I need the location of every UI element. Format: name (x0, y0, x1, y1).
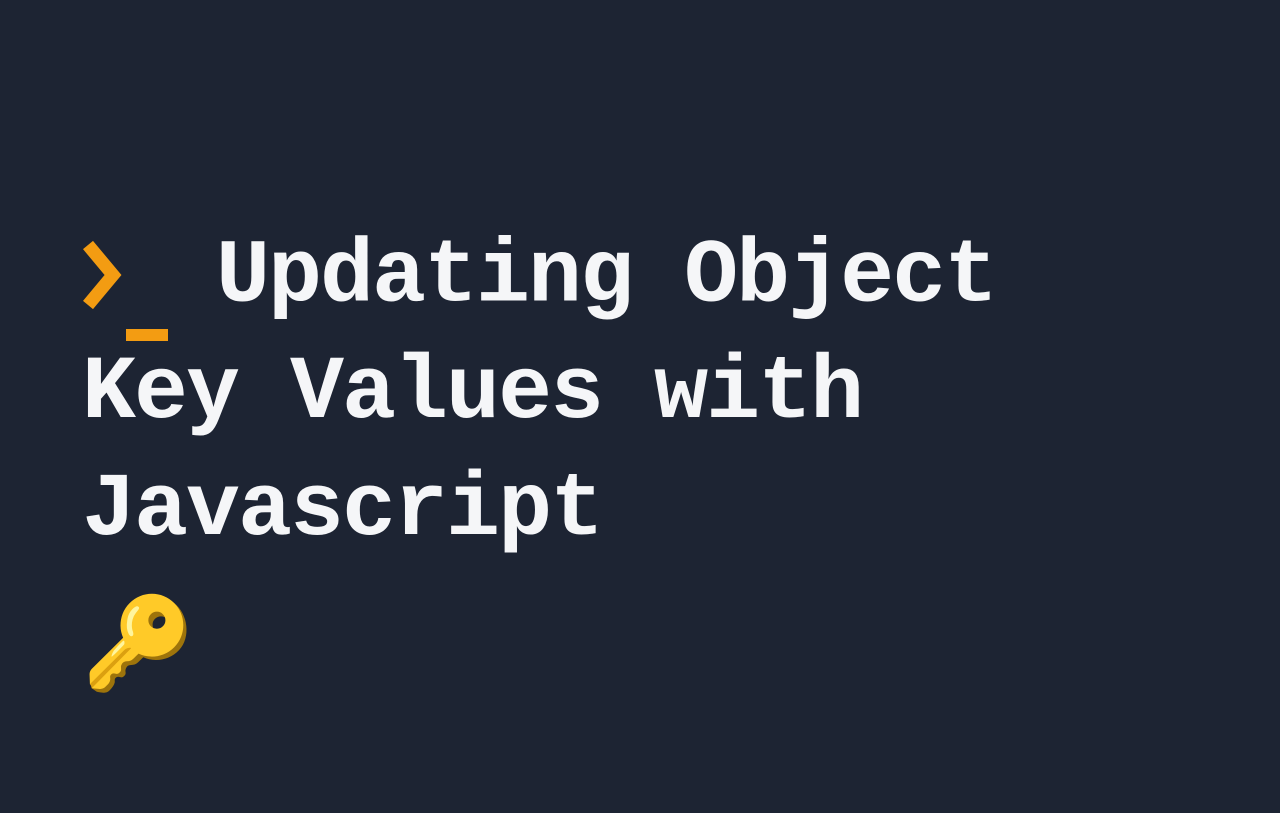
slide-content: Updating Object Key Values with Javascri… (82, 218, 1182, 696)
slide-title: Updating Object Key Values with Javascri… (82, 226, 996, 562)
title-block: Updating Object Key Values with Javascri… (82, 218, 1182, 570)
chevron-right-icon (82, 240, 124, 310)
terminal-prompt-icon (82, 218, 168, 335)
underscore-icon (126, 329, 168, 341)
key-emoji-icon: 🔑 (82, 606, 1182, 696)
